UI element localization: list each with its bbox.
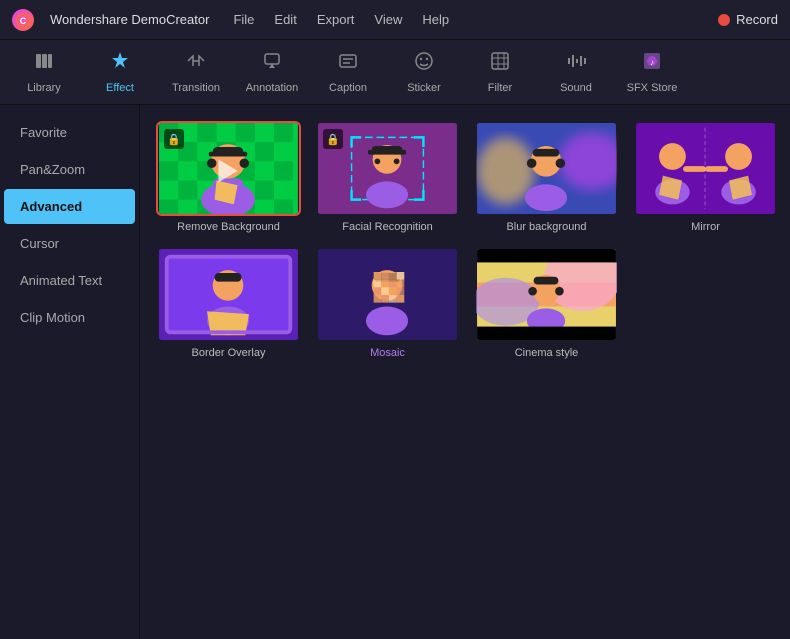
sfxstore-icon: ♪	[641, 50, 663, 78]
sidebar-item-clipmotion[interactable]: Clip Motion	[4, 300, 135, 335]
effect-name-mirror: Mirror	[633, 221, 778, 233]
effect-card-border-overlay[interactable]: Border Overlay	[156, 247, 301, 359]
effect-card-mosaic[interactable]: Mosaic	[315, 247, 460, 359]
sticker-label: Sticker	[407, 82, 441, 94]
tab-sticker[interactable]: Sticker	[388, 43, 460, 101]
menu-help[interactable]: Help	[422, 12, 449, 27]
svg-text:C: C	[20, 16, 27, 26]
lock-icon-facial: 🔒	[323, 129, 343, 149]
effect-card-blur-bg[interactable]: Blur background	[474, 121, 619, 233]
tab-filter[interactable]: Filter	[464, 43, 536, 101]
record-indicator	[718, 14, 730, 26]
effect-thumb-mosaic	[315, 247, 460, 342]
sound-icon	[565, 50, 587, 78]
caption-label: Caption	[329, 82, 367, 94]
sidebar-item-panzoom[interactable]: Pan&Zoom	[4, 152, 135, 187]
sidebar-item-cursor[interactable]: Cursor	[4, 226, 135, 261]
effect-thumb-facial-recognition: 🔒	[315, 121, 460, 216]
menu-view[interactable]: View	[374, 12, 402, 27]
sound-label: Sound	[560, 82, 592, 94]
main-content: Favorite Pan&Zoom Advanced Cursor Animat…	[0, 105, 790, 639]
tab-annotation[interactable]: Annotation	[236, 43, 308, 101]
menu-file[interactable]: File	[233, 12, 254, 27]
lock-icon-remove-bg: 🔒	[164, 129, 184, 149]
title-bar: C Wondershare DemoCreator File Edit Expo…	[0, 0, 790, 40]
library-icon	[33, 50, 55, 78]
menu-bar: File Edit Export View Help	[233, 12, 449, 27]
effect-card-mirror[interactable]: Mirror	[633, 121, 778, 233]
tab-transition[interactable]: Transition	[160, 43, 232, 101]
effect-thumb-cinema-style	[474, 247, 619, 342]
tab-sfxstore[interactable]: ♪ SFX Store	[616, 43, 688, 101]
effect-card-cinema-style[interactable]: Cinema style	[474, 247, 619, 359]
effect-name-cinema: Cinema style	[474, 347, 619, 359]
effect-icon	[109, 50, 131, 78]
sidebar-item-animatedtext[interactable]: Animated Text	[4, 263, 135, 298]
tab-caption[interactable]: Caption	[312, 43, 384, 101]
effect-name-mosaic: Mosaic	[315, 347, 460, 359]
filter-icon	[489, 50, 511, 78]
transition-icon	[185, 50, 207, 78]
filter-label: Filter	[488, 82, 512, 94]
tab-library[interactable]: Library	[8, 43, 80, 101]
effect-name-remove-bg: Remove Background	[156, 221, 301, 233]
effects-panel: 🔒	[140, 105, 790, 639]
caption-icon	[337, 50, 359, 78]
effect-name-border-overlay: Border Overlay	[156, 347, 301, 359]
svg-text:♪: ♪	[650, 58, 654, 67]
effect-label: Effect	[106, 82, 134, 94]
effect-thumb-border-overlay	[156, 247, 301, 342]
effect-card-remove-bg[interactable]: 🔒	[156, 121, 301, 233]
effect-name-blur: Blur background	[474, 221, 619, 233]
app-name: Wondershare DemoCreator	[50, 12, 209, 27]
menu-edit[interactable]: Edit	[274, 12, 296, 27]
record-label: Record	[736, 12, 778, 27]
record-button[interactable]: Record	[718, 12, 778, 27]
menu-export[interactable]: Export	[317, 12, 355, 27]
sidebar-item-advanced[interactable]: Advanced	[4, 189, 135, 224]
effect-name-facial: Facial Recognition	[315, 221, 460, 233]
annotation-icon	[261, 50, 283, 78]
sfxstore-label: SFX Store	[627, 82, 678, 94]
tab-effect[interactable]: Effect	[84, 43, 156, 101]
effect-card-facial-recognition[interactable]: 🔒	[315, 121, 460, 233]
effect-thumb-remove-bg: 🔒	[156, 121, 301, 216]
effect-thumb-blur-bg	[474, 121, 619, 216]
app-logo: C	[12, 9, 34, 31]
sidebar-item-favorite[interactable]: Favorite	[4, 115, 135, 150]
annotation-label: Annotation	[246, 82, 299, 94]
tab-sound[interactable]: Sound	[540, 43, 612, 101]
transition-label: Transition	[172, 82, 220, 94]
sidebar: Favorite Pan&Zoom Advanced Cursor Animat…	[0, 105, 140, 639]
sticker-icon	[413, 50, 435, 78]
library-label: Library	[27, 82, 61, 94]
toolbar: Library Effect Transition Annotation	[0, 40, 790, 105]
effect-thumb-mirror	[633, 121, 778, 216]
effects-grid: 🔒	[156, 121, 774, 359]
